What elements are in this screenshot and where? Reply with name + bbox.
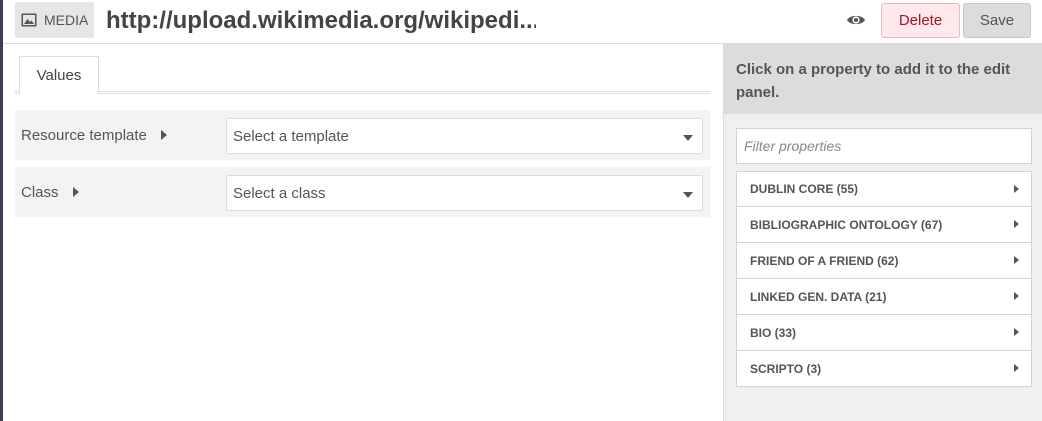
vocabulary-label: SCRIPTO (3) [750, 361, 822, 376]
resource-template-label: Resource template [21, 126, 147, 144]
chevron-down-icon [683, 192, 693, 198]
caret-right-icon [1014, 185, 1019, 193]
class-row: Class Select a class [15, 167, 710, 217]
class-label: Class [21, 183, 59, 201]
property-sidebar: Click on a property to add it to the edi… [723, 44, 1042, 421]
vocabulary-item-bio[interactable]: BIO (33) [736, 315, 1032, 351]
media-type-badge: MEDIA [15, 2, 94, 38]
resource-template-row: Resource template Select a template [15, 110, 710, 160]
media-badge-label: MEDIA [44, 12, 89, 28]
sidebar-instructions: Click on a property to add it to the edi… [736, 61, 1011, 101]
vocabulary-item-scripto[interactable]: SCRIPTO (3) [736, 351, 1032, 387]
caret-right-icon [1014, 220, 1019, 228]
vocabulary-label: BIO (33) [750, 325, 797, 340]
caret-right-icon [1014, 364, 1019, 372]
save-button[interactable]: Save [963, 3, 1031, 38]
vocabulary-label: LINKED GEN. DATA (21) [750, 289, 887, 304]
vocabulary-label: BIBLIOGRAPHIC ONTOLOGY (67) [750, 217, 943, 232]
caret-right-icon [1014, 328, 1019, 336]
eye-icon[interactable] [845, 11, 867, 29]
vocabulary-item-friend-of-a-friend[interactable]: FRIEND OF A FRIEND (62) [736, 243, 1032, 279]
chevron-down-icon [683, 135, 693, 141]
page-header: MEDIA http://upload.wikimedia.org/wikipe… [3, 0, 1042, 44]
vocabulary-label: FRIEND OF A FRIEND (62) [750, 253, 899, 268]
vocabulary-list: DUBLIN CORE (55) BIBLIOGRAPHIC ONTOLOGY … [736, 171, 1032, 387]
resource-template-toggle[interactable]: Resource template [21, 110, 167, 160]
filter-properties-input[interactable] [736, 128, 1032, 164]
delete-button[interactable]: Delete [881, 3, 960, 38]
caret-right-icon [1014, 256, 1019, 264]
resource-template-select[interactable]: Select a template [226, 118, 703, 154]
class-toggle[interactable]: Class [21, 167, 79, 217]
page-title: http://upload.wikimedia.org/wikipedi... [106, 7, 536, 34]
caret-right-icon [72, 187, 79, 197]
vocabulary-item-dublin-core[interactable]: DUBLIN CORE (55) [736, 171, 1032, 207]
section-tabs: Values [15, 56, 710, 94]
left-edge-bar [0, 0, 3, 421]
tab-values[interactable]: Values [19, 56, 99, 94]
vocabulary-item-bibliographic-ontology[interactable]: BIBLIOGRAPHIC ONTOLOGY (67) [736, 207, 1032, 243]
caret-right-icon [160, 130, 167, 140]
class-select[interactable]: Select a class [226, 175, 703, 211]
resource-template-select-value: Select a template [233, 127, 349, 145]
caret-right-icon [1014, 292, 1019, 300]
tab-divider [15, 91, 710, 94]
class-select-value: Select a class [233, 184, 326, 202]
vocabulary-item-linked-gen-data[interactable]: LINKED GEN. DATA (21) [736, 279, 1032, 315]
vocabulary-label: DUBLIN CORE (55) [750, 182, 859, 196]
sidebar-instructions-panel: Click on a property to add it to the edi… [724, 44, 1042, 114]
image-icon [21, 13, 37, 27]
